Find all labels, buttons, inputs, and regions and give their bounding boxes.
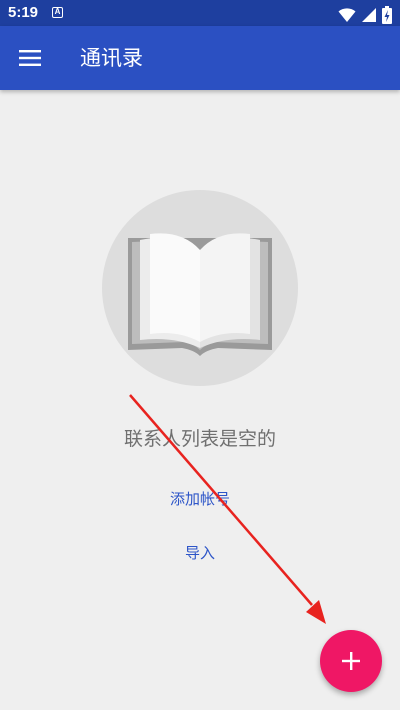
open-book-icon xyxy=(128,233,272,356)
wifi-icon xyxy=(338,7,356,22)
page-title: 通讯录 xyxy=(80,46,143,70)
notification-app-icon: A xyxy=(52,7,63,18)
empty-state-illustration xyxy=(102,190,298,386)
status-time: 5:19 xyxy=(8,4,39,21)
app-bar: 通讯录 xyxy=(0,26,400,90)
menu-icon xyxy=(19,50,41,66)
add-account-button[interactable]: 添加帐号 xyxy=(130,482,270,515)
status-indicators xyxy=(338,4,392,24)
empty-state-message: 联系人列表是空的 xyxy=(123,428,276,450)
menu-button[interactable] xyxy=(6,34,54,82)
plus-icon xyxy=(342,652,360,670)
cellular-signal-icon xyxy=(361,7,376,22)
import-button[interactable]: 导入 xyxy=(130,536,270,569)
battery-charging-icon xyxy=(382,5,392,24)
status-bar: 5:19 A xyxy=(0,0,400,26)
add-contact-fab[interactable] xyxy=(320,630,382,692)
